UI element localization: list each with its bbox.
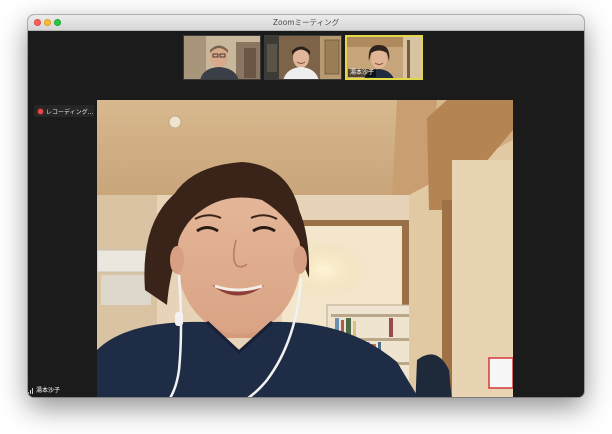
participant-video-1	[184, 36, 260, 79]
speaker-video-frame	[97, 100, 513, 397]
meeting-content: 湯本沙子 レコーディング... 湯本沙子	[28, 31, 584, 397]
signal-bars-icon	[28, 387, 34, 394]
active-speaker-name: 湯本沙子	[36, 387, 61, 394]
recording-indicator[interactable]: レコーディング...	[34, 105, 94, 117]
participant-thumbnail-3-active[interactable]: 湯本沙子	[345, 35, 423, 80]
recording-label: レコーディング...	[46, 108, 94, 116]
active-speaker-label: 湯本沙子	[28, 386, 60, 395]
participant-thumbnail-1[interactable]	[183, 35, 261, 80]
participant-video-2	[265, 36, 341, 79]
participant-name-3: 湯本沙子	[348, 69, 377, 77]
speaker-video[interactable]	[97, 100, 513, 397]
participant-thumbnail-2[interactable]	[264, 35, 342, 80]
record-icon	[38, 108, 43, 114]
zoom-window: Zoomミーティング 湯本沙子 レコーディング... 湯本沙子	[28, 15, 584, 397]
window-title: Zoomミーティング	[272, 18, 340, 27]
title-bar[interactable]: Zoomミーティング	[28, 15, 584, 31]
